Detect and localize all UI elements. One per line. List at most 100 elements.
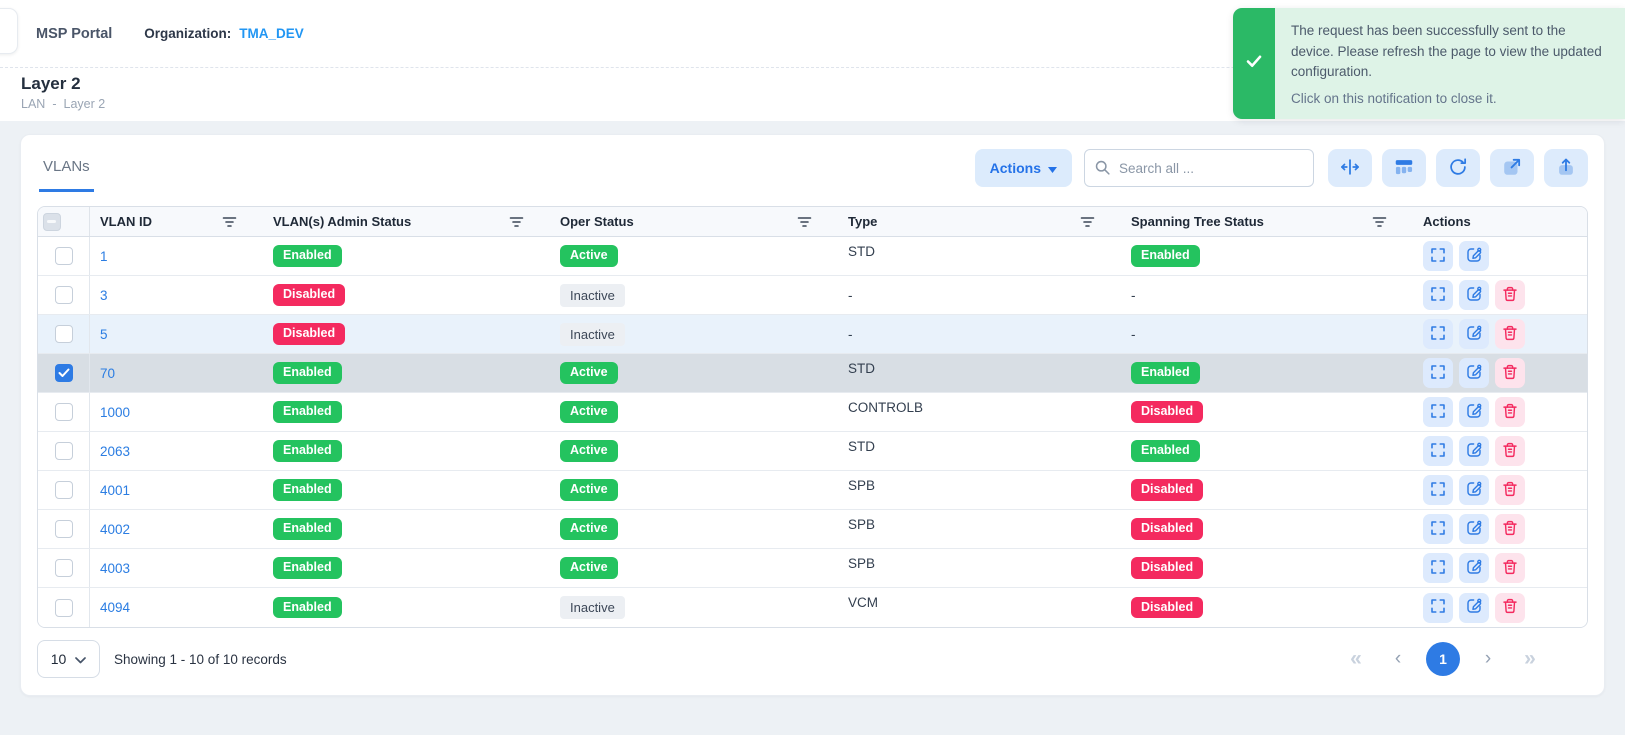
open-expand-button[interactable] bbox=[1490, 149, 1534, 187]
edit-row-button[interactable] bbox=[1459, 553, 1489, 583]
table-row[interactable]: 4003 Enabled Active SPB Disabled bbox=[38, 549, 1587, 588]
expand-row-button[interactable] bbox=[1423, 475, 1453, 505]
columns-button[interactable] bbox=[1382, 149, 1426, 187]
delete-row-button[interactable] bbox=[1495, 553, 1525, 583]
edit-row-button[interactable] bbox=[1459, 593, 1489, 623]
delete-row-button[interactable] bbox=[1495, 358, 1525, 388]
table-row[interactable]: 4094 Enabled Inactive VCM Disabled bbox=[38, 588, 1587, 627]
row-checkbox[interactable] bbox=[55, 286, 73, 304]
row-checkbox[interactable] bbox=[55, 325, 73, 343]
delete-row-button[interactable] bbox=[1495, 475, 1525, 505]
row-checkbox[interactable] bbox=[55, 247, 73, 265]
vlan-type: STD bbox=[838, 432, 1121, 470]
sidebar-handle[interactable] bbox=[0, 8, 18, 54]
row-checkbox[interactable] bbox=[55, 364, 73, 382]
first-page-button[interactable]: « bbox=[1342, 645, 1370, 673]
row-checkbox[interactable] bbox=[55, 481, 73, 499]
table-row[interactable]: 1 Enabled Active STD Enabled bbox=[38, 237, 1587, 276]
table-row[interactable]: 4002 Enabled Active SPB Disabled bbox=[38, 510, 1587, 549]
edit-row-button[interactable] bbox=[1459, 397, 1489, 427]
row-checkbox[interactable] bbox=[55, 520, 73, 538]
table-row[interactable]: 3 Disabled Inactive - - bbox=[38, 276, 1587, 315]
vlan-id-link[interactable]: 70 bbox=[100, 366, 115, 381]
actions-dropdown-button[interactable]: Actions bbox=[975, 149, 1072, 187]
expand-icon bbox=[1429, 558, 1447, 579]
filter-icon[interactable] bbox=[795, 214, 814, 230]
expand-row-button[interactable] bbox=[1423, 553, 1453, 583]
search-input[interactable] bbox=[1084, 149, 1314, 187]
expand-row-button[interactable] bbox=[1423, 593, 1453, 623]
select-all-checkbox[interactable] bbox=[43, 213, 61, 231]
vlan-id-link[interactable]: 3 bbox=[100, 288, 108, 303]
row-checkbox[interactable] bbox=[55, 442, 73, 460]
delete-row-button[interactable] bbox=[1495, 514, 1525, 544]
prev-page-button[interactable]: ‹ bbox=[1384, 645, 1412, 673]
edit-icon bbox=[1465, 363, 1483, 384]
edit-row-button[interactable] bbox=[1459, 358, 1489, 388]
table-row[interactable]: 5 Disabled Inactive - - bbox=[38, 315, 1587, 354]
next-page-button[interactable]: › bbox=[1474, 645, 1502, 673]
row-checkbox[interactable] bbox=[55, 403, 73, 421]
stp-status-badge: Disabled bbox=[1131, 401, 1203, 423]
table-row[interactable]: 70 Enabled Active STD Enabled bbox=[38, 354, 1587, 393]
expand-row-button[interactable] bbox=[1423, 319, 1453, 349]
vlan-id-link[interactable]: 1000 bbox=[100, 405, 130, 420]
edit-row-button[interactable] bbox=[1459, 436, 1489, 466]
table-row[interactable]: 2063 Enabled Active STD Enabled bbox=[38, 432, 1587, 471]
success-toast[interactable]: The request has been successfully sent t… bbox=[1233, 8, 1625, 119]
vlans-table: VLAN ID VLAN(s) Admin Status Oper Status… bbox=[37, 206, 1588, 628]
app-brand: MSP Portal bbox=[36, 26, 112, 42]
fit-columns-button[interactable] bbox=[1328, 149, 1372, 187]
expand-row-button[interactable] bbox=[1423, 514, 1453, 544]
column-header-stp-status[interactable]: Spanning Tree Status bbox=[1131, 214, 1264, 229]
delete-row-button[interactable] bbox=[1495, 280, 1525, 310]
vlan-id-link[interactable]: 1 bbox=[100, 249, 108, 264]
table-row[interactable]: 1000 Enabled Active CONTROLB Disabled bbox=[38, 393, 1587, 432]
current-page-button[interactable]: 1 bbox=[1426, 642, 1460, 676]
vlan-id-link[interactable]: 2063 bbox=[100, 444, 130, 459]
expand-icon bbox=[1429, 324, 1447, 345]
filter-icon[interactable] bbox=[507, 214, 526, 230]
column-header-type[interactable]: Type bbox=[848, 214, 877, 229]
edit-row-button[interactable] bbox=[1459, 241, 1489, 271]
organization-value-link[interactable]: TMA_DEV bbox=[239, 26, 304, 41]
column-header-vlan-id[interactable]: VLAN ID bbox=[100, 214, 152, 229]
page-size-select[interactable]: 10 bbox=[37, 640, 100, 678]
delete-row-button[interactable] bbox=[1495, 397, 1525, 427]
column-header-oper-status[interactable]: Oper Status bbox=[560, 214, 634, 229]
expand-row-button[interactable] bbox=[1423, 280, 1453, 310]
filter-icon[interactable] bbox=[1370, 214, 1389, 230]
last-page-button[interactable]: » bbox=[1516, 645, 1544, 673]
stp-status-badge: Disabled bbox=[1131, 597, 1203, 619]
row-checkbox[interactable] bbox=[55, 599, 73, 617]
refresh-button[interactable] bbox=[1436, 149, 1480, 187]
edit-row-button[interactable] bbox=[1459, 475, 1489, 505]
edit-row-button[interactable] bbox=[1459, 319, 1489, 349]
expand-row-button[interactable] bbox=[1423, 436, 1453, 466]
delete-row-button[interactable] bbox=[1495, 436, 1525, 466]
filter-icon[interactable] bbox=[1078, 214, 1097, 230]
delete-row-button[interactable] bbox=[1495, 319, 1525, 349]
vlan-id-link[interactable]: 4003 bbox=[100, 561, 130, 576]
stp-status-badge: Enabled bbox=[1131, 245, 1200, 267]
vlan-id-link[interactable]: 5 bbox=[100, 327, 108, 342]
tab-vlans[interactable]: VLANs bbox=[39, 149, 94, 192]
delete-row-button[interactable] bbox=[1495, 593, 1525, 623]
vlan-id-link[interactable]: 4002 bbox=[100, 522, 130, 537]
vlan-id-link[interactable]: 4094 bbox=[100, 600, 130, 615]
expand-row-button[interactable] bbox=[1423, 358, 1453, 388]
export-button[interactable] bbox=[1544, 149, 1588, 187]
vlan-id-link[interactable]: 4001 bbox=[100, 483, 130, 498]
expand-row-button[interactable] bbox=[1423, 241, 1453, 271]
admin-status-badge: Enabled bbox=[273, 440, 342, 462]
row-checkbox[interactable] bbox=[55, 559, 73, 577]
table-row[interactable]: 4001 Enabled Active SPB Disabled bbox=[38, 471, 1587, 510]
chevron-down-icon bbox=[75, 651, 86, 667]
edit-row-button[interactable] bbox=[1459, 514, 1489, 544]
expand-row-button[interactable] bbox=[1423, 397, 1453, 427]
actions-button-label: Actions bbox=[990, 160, 1041, 176]
edit-row-button[interactable] bbox=[1459, 280, 1489, 310]
column-header-admin-status[interactable]: VLAN(s) Admin Status bbox=[273, 214, 411, 229]
table-footer: 10 Showing 1 - 10 of 10 records « ‹ 1 › … bbox=[37, 640, 1588, 678]
filter-icon[interactable] bbox=[220, 214, 239, 230]
